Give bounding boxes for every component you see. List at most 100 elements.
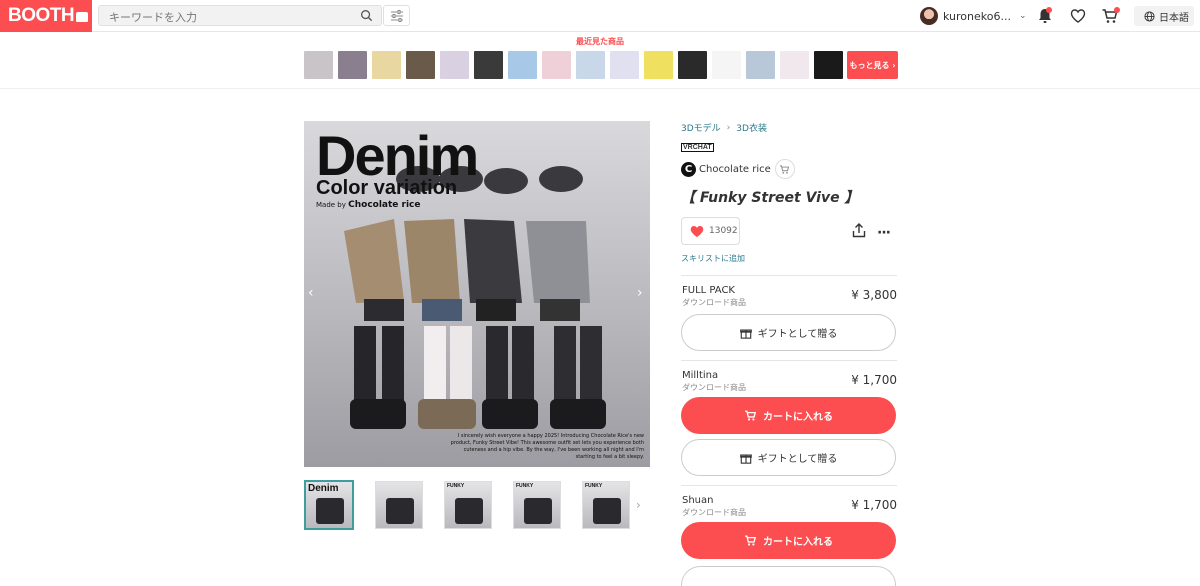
product-actions: 13092 ··· (681, 217, 897, 247)
image-description: I sincerely wish everyone a happy 2025! … (450, 433, 644, 460)
recent-item-thumbnail[interactable] (440, 51, 469, 79)
language-label: 日本語 (1159, 12, 1189, 24)
product-thumbnail[interactable]: Denim (304, 480, 354, 530)
more-options-icon[interactable]: ··· (877, 225, 891, 241)
shop-name[interactable]: Chocolate rice (699, 164, 771, 175)
gift-icon (739, 328, 752, 339)
chevron-down-icon: ⌄ (1018, 11, 1027, 21)
gift-button[interactable]: ギフトとして贈る (681, 439, 896, 476)
logo-text: BOOTH (8, 5, 75, 26)
gift-label: ギフトとして贈る (757, 454, 838, 465)
variant-milltina: Milltina ダウンロード商品 ¥ 1,700 カートに入れる ギフトとして… (681, 360, 897, 485)
thumbnail-figure (593, 498, 621, 524)
notification-dot (1046, 7, 1052, 13)
gift-icon (739, 453, 752, 464)
thumbnail-label: FUNKY (585, 483, 603, 489)
add-to-cart-button[interactable]: カートに入れる (681, 522, 896, 559)
search-box (98, 5, 382, 27)
recent-item-thumbnail[interactable] (814, 51, 843, 79)
image-credit: Made by Chocolate rice (316, 200, 421, 210)
variant-price: ¥ 1,700 (851, 498, 897, 512)
breadcrumb-3d-model[interactable]: 3Dモデル (681, 121, 721, 134)
next-image-icon[interactable]: › (637, 285, 643, 301)
language-selector[interactable]: 日本語 (1134, 6, 1194, 26)
variant-name: Shuan (682, 495, 714, 506)
thumbnail-label: FUNKY (447, 483, 465, 489)
recent-item-thumbnail[interactable] (712, 51, 741, 79)
recent-item-thumbnail[interactable] (610, 51, 639, 79)
cart-icon (745, 535, 757, 546)
recent-item-thumbnail[interactable] (474, 51, 503, 79)
product-main-image[interactable]: Denim Color variation Made by Chocolate … (304, 121, 650, 467)
product-thumbnail[interactable]: FUNKY (582, 481, 630, 529)
recent-item-thumbnail[interactable] (542, 51, 571, 79)
filter-button[interactable] (383, 5, 410, 26)
top-bar: BOOTH kuroneko6... ⌄ 日本語 (0, 0, 1200, 32)
recent-item-thumbnail[interactable] (746, 51, 775, 79)
cart-dot (1114, 7, 1120, 13)
recent-item-thumbnail[interactable] (576, 51, 605, 79)
variant-name: Milltina (682, 370, 719, 381)
bag-icon (76, 12, 89, 22)
thumbnail-figure (386, 498, 414, 524)
more-button[interactable]: もっと見る › (847, 51, 898, 79)
search-input[interactable] (99, 8, 349, 27)
product-title: 【 Funky Street Vive 】 (681, 190, 859, 206)
wishlist-link[interactable]: スキリストに追加 (681, 253, 897, 264)
made-by-name: Chocolate rice (348, 200, 421, 210)
breadcrumb: 3Dモデル › 3D衣装 (681, 121, 897, 135)
cart-icon (780, 164, 790, 174)
thumbnail-label: Denim (308, 483, 339, 494)
thumbs-next-icon[interactable]: › (636, 498, 641, 512)
image-thumbnails: Denim FUNKY FUNKY FUNKY (304, 480, 630, 530)
image-subtitle: Color variation (316, 177, 458, 199)
username: kuroneko6... (943, 9, 1011, 23)
recent-items (304, 51, 843, 79)
heart-icon[interactable] (1069, 7, 1087, 25)
recent-item-thumbnail[interactable] (678, 51, 707, 79)
booth-logo[interactable]: BOOTH (0, 0, 92, 32)
user-menu[interactable]: kuroneko6... ⌄ (920, 6, 1027, 26)
variant-type: ダウンロード商品 (682, 508, 746, 517)
recent-item-thumbnail[interactable] (304, 51, 333, 79)
variant-shuan: Shuan ダウンロード商品 ¥ 1,700 カートに入れる (681, 485, 897, 586)
heart-filled-icon (690, 225, 704, 237)
shop-link[interactable]: C Chocolate rice (681, 159, 897, 179)
recent-item-thumbnail[interactable] (780, 51, 809, 79)
cart-label: カートに入れる (763, 537, 833, 548)
cart-label: カートに入れる (763, 412, 833, 423)
divider (0, 88, 1200, 89)
like-button[interactable]: 13092 (681, 217, 740, 245)
prev-image-icon[interactable]: ‹ (308, 285, 314, 301)
thumbnail-label: FUNKY (516, 483, 534, 489)
recent-item-thumbnail[interactable] (372, 51, 401, 79)
add-to-cart-button[interactable]: カートに入れる (681, 397, 896, 434)
chevron-right-icon: › (726, 122, 731, 133)
recent-item-thumbnail[interactable] (406, 51, 435, 79)
recent-item-thumbnail[interactable] (338, 51, 367, 79)
gift-button[interactable]: ギフトとして贈る (681, 314, 896, 351)
avatar (920, 7, 938, 25)
shop-logo-icon: C (681, 161, 696, 177)
breadcrumb-3d-clothing[interactable]: 3D衣装 (736, 121, 767, 134)
recent-title: 最近見た商品 (576, 37, 624, 46)
recent-item-thumbnail[interactable] (508, 51, 537, 79)
product-info: 3Dモデル › 3D衣装 VRCHAT C Chocolate rice 【 F… (681, 121, 897, 264)
recent-item-thumbnail[interactable] (644, 51, 673, 79)
product-thumbnail[interactable] (375, 481, 423, 529)
sliders-icon (391, 10, 403, 22)
variant-type: ダウンロード商品 (682, 383, 746, 392)
vrchat-badge: VRCHAT (681, 143, 714, 152)
variant-name: FULL PACK (682, 285, 735, 296)
variant-full-pack: FULL PACK ダウンロード商品 ¥ 3,800 ギフトとして贈る (681, 275, 897, 360)
variant-price: ¥ 1,700 (851, 373, 897, 387)
gift-button-partial[interactable] (681, 566, 896, 586)
product-thumbnail[interactable]: FUNKY (444, 481, 492, 529)
variant-type: ダウンロード商品 (682, 298, 746, 307)
shop-cart-button[interactable] (774, 159, 795, 179)
search-icon[interactable] (360, 9, 373, 22)
share-icon[interactable] (852, 223, 866, 238)
cart-icon (745, 410, 757, 421)
globe-icon (1144, 10, 1155, 22)
product-thumbnail[interactable]: FUNKY (513, 481, 561, 529)
